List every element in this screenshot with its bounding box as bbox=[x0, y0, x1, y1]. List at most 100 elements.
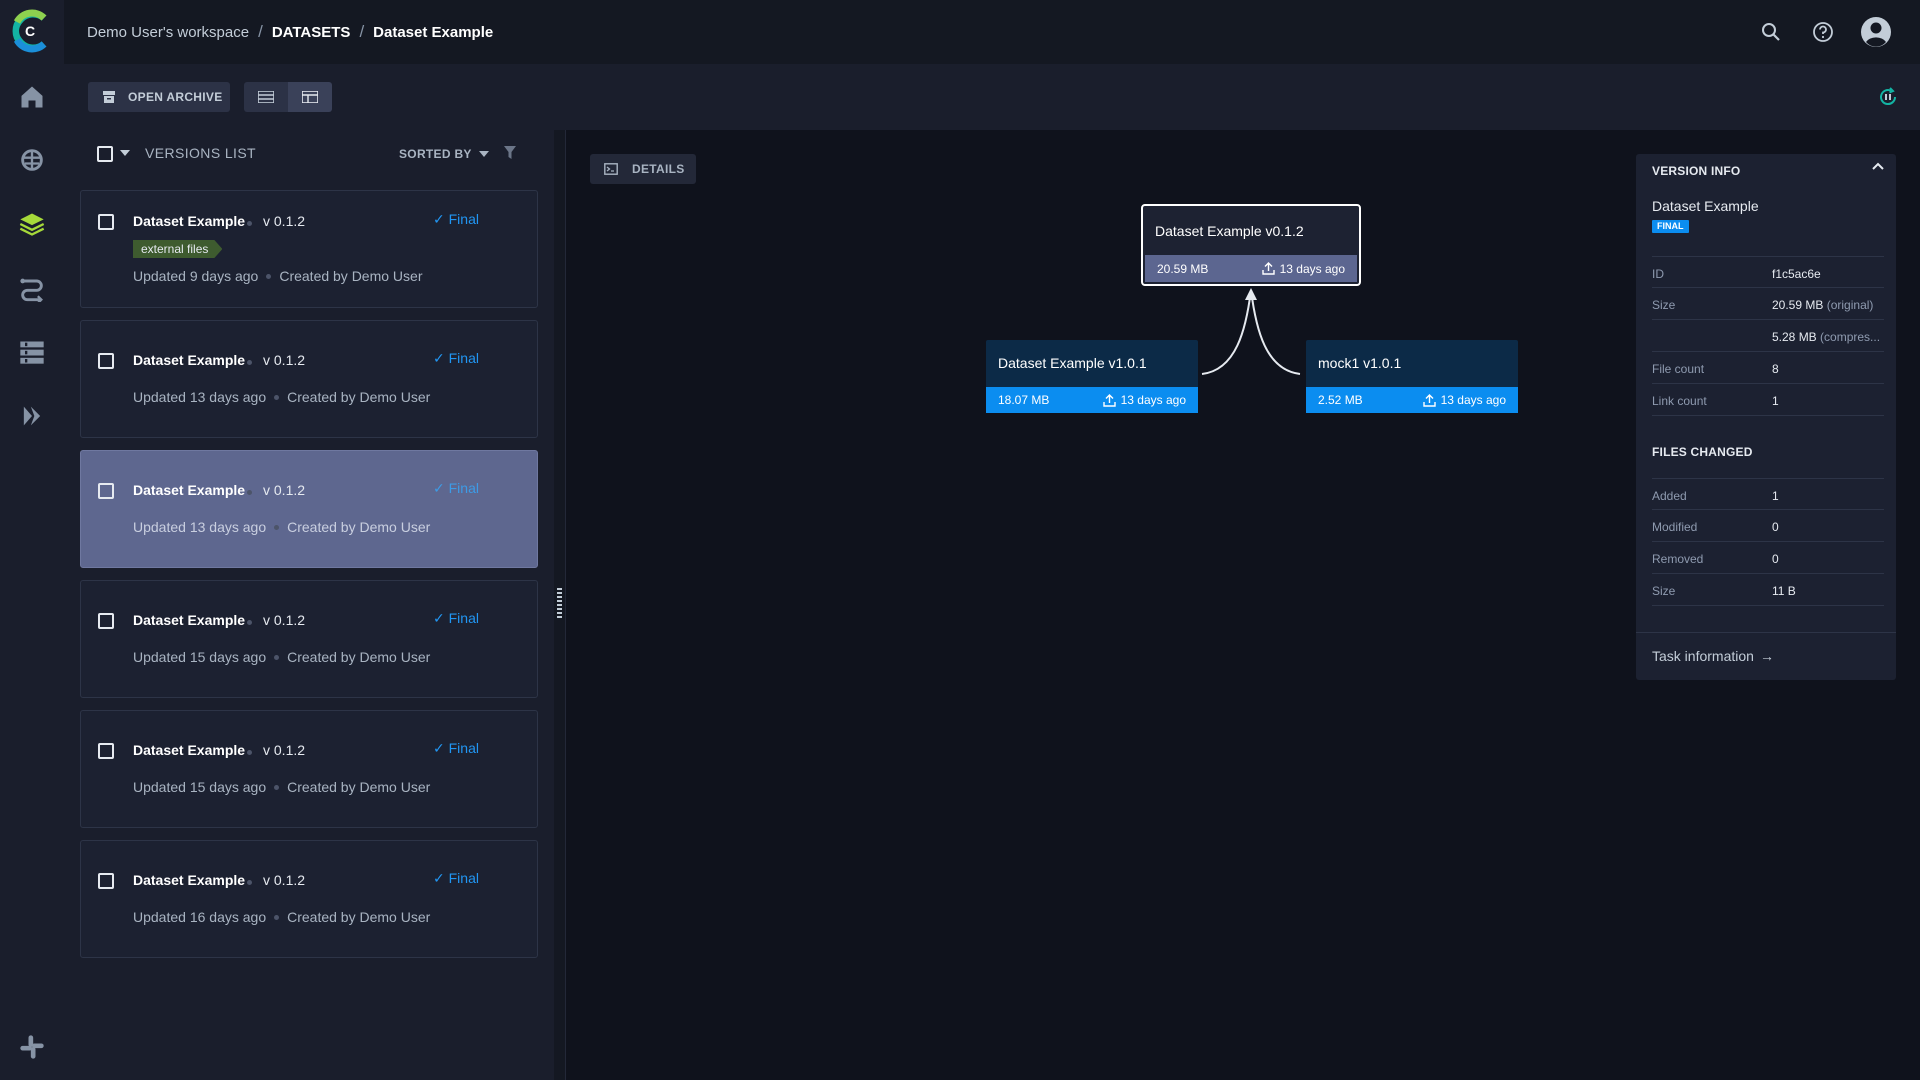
version-card[interactable]: Dataset Example v 0.1.2 ✓ Final Updated … bbox=[80, 580, 538, 698]
lineage-node-current[interactable]: Dataset Example v0.1.2 20.59 MB 13 days … bbox=[1141, 204, 1361, 286]
status-label: Final bbox=[448, 350, 479, 366]
info-key: Size bbox=[1652, 584, 1676, 598]
divider bbox=[1636, 632, 1896, 633]
version-checkbox[interactable] bbox=[98, 873, 114, 889]
chevron-up-icon[interactable] bbox=[1872, 162, 1884, 170]
sorted-by-label: SORTED BY bbox=[399, 147, 472, 161]
toolbar: OPEN ARCHIVE bbox=[64, 64, 1920, 130]
help-icon[interactable] bbox=[1807, 16, 1839, 48]
separator-dot bbox=[247, 490, 252, 495]
sorted-by-dropdown[interactable]: SORTED BY bbox=[399, 147, 489, 161]
version-info-title: VERSION INFO bbox=[1652, 164, 1741, 178]
splitter-handle[interactable] bbox=[557, 588, 562, 620]
info-key: ID bbox=[1652, 267, 1664, 281]
creator-text: Created by Demo User bbox=[287, 649, 431, 665]
info-row-changed-size: Size 11 B bbox=[1652, 574, 1884, 606]
layers-icon[interactable] bbox=[14, 206, 50, 242]
select-all-checkbox[interactable] bbox=[97, 146, 113, 162]
version-meta: Updated 13 days ago Created by Demo User bbox=[133, 519, 430, 535]
version-name: Dataset Example bbox=[133, 482, 246, 498]
creator-text: Created by Demo User bbox=[287, 909, 431, 925]
node-footer: 2.52 MB 13 days ago bbox=[1306, 387, 1518, 413]
breadcrumb-workspace[interactable]: Demo User's workspace bbox=[87, 24, 249, 41]
creator-text: Created by Demo User bbox=[287, 389, 431, 405]
clearml-logo[interactable]: C bbox=[8, 8, 52, 54]
version-name: Dataset Example bbox=[133, 612, 246, 628]
separator-dot bbox=[247, 750, 252, 755]
info-value: 0 bbox=[1772, 520, 1779, 534]
slack-icon[interactable] bbox=[14, 1029, 50, 1065]
status-badge: ✓ Final bbox=[433, 211, 479, 227]
upload-icon bbox=[1261, 262, 1275, 275]
info-key: Modified bbox=[1652, 520, 1698, 534]
version-number: v 0.1.2 bbox=[263, 213, 306, 229]
version-checkbox[interactable] bbox=[98, 483, 114, 499]
breadcrumb-datasets[interactable]: DATASETS bbox=[272, 24, 351, 41]
node-size: 18.07 MB bbox=[998, 393, 1050, 407]
home-icon[interactable] bbox=[14, 79, 50, 115]
versions-list-title: VERSIONS LIST bbox=[145, 145, 257, 161]
brain-icon[interactable] bbox=[14, 142, 50, 178]
node-time-label: 13 days ago bbox=[1120, 393, 1186, 407]
info-key: Added bbox=[1652, 489, 1687, 503]
svg-text:C: C bbox=[25, 23, 35, 39]
node-time-label: 13 days ago bbox=[1440, 393, 1506, 407]
breadcrumb-page: Dataset Example bbox=[373, 23, 494, 41]
node-time-label: 13 days ago bbox=[1279, 261, 1345, 276]
deploy-icon[interactable] bbox=[14, 398, 50, 434]
search-icon[interactable] bbox=[1755, 16, 1787, 48]
info-row-id: ID f1c5ac6e bbox=[1652, 256, 1884, 288]
version-card[interactable]: Dataset Example v 0.1.2 ✓ Final Updated … bbox=[80, 320, 538, 438]
task-information-link[interactable]: Task information → bbox=[1652, 648, 1774, 664]
updated-text: Updated 15 days ago bbox=[133, 649, 267, 665]
status-badge: ✓ Final bbox=[433, 480, 479, 496]
version-card[interactable]: Dataset Example v 0.1.2 ✓ Final Updated … bbox=[80, 840, 538, 958]
breadcrumb-separator: / bbox=[359, 22, 365, 41]
info-value: 5.28 MB (compres... bbox=[1772, 330, 1880, 344]
info-row-link-count: Link count 1 bbox=[1652, 384, 1884, 416]
lineage-node-parent[interactable]: mock1 v1.0.1 2.52 MB 13 days ago bbox=[1306, 340, 1518, 413]
separator-dot bbox=[247, 221, 252, 226]
arrow-right-icon: → bbox=[1759, 648, 1774, 664]
breadcrumb: Demo User's workspace / DATASETS / Datas… bbox=[87, 22, 493, 42]
lineage-node-parent[interactable]: Dataset Example v1.0.1 18.07 MB 13 days … bbox=[986, 340, 1198, 413]
node-time: 13 days ago bbox=[1422, 393, 1506, 407]
node-footer: 18.07 MB 13 days ago bbox=[986, 387, 1198, 413]
refresh-icon[interactable] bbox=[1876, 85, 1900, 109]
filter-icon[interactable] bbox=[504, 146, 516, 160]
version-number: v 0.1.2 bbox=[263, 872, 306, 888]
chevron-down-icon bbox=[478, 151, 489, 157]
version-meta: Updated 13 days ago Created by Demo User bbox=[133, 389, 430, 405]
top-header: Demo User's workspace / DATASETS / Datas… bbox=[64, 0, 1920, 64]
info-key: Removed bbox=[1652, 552, 1704, 566]
version-card[interactable]: Dataset Example v 0.1.2 ✓ Final external… bbox=[80, 190, 538, 308]
open-archive-button[interactable]: OPEN ARCHIVE bbox=[88, 82, 230, 112]
node-title: Dataset Example v0.1.2 bbox=[1155, 223, 1304, 239]
status-label: Final bbox=[448, 211, 479, 227]
details-view-icon[interactable] bbox=[288, 82, 332, 112]
updated-text: Updated 13 days ago bbox=[133, 389, 267, 405]
version-checkbox[interactable] bbox=[98, 353, 114, 369]
updated-text: Updated 15 days ago bbox=[133, 779, 267, 795]
user-avatar-icon[interactable] bbox=[1860, 16, 1892, 48]
version-checkbox[interactable] bbox=[98, 214, 114, 230]
list-view-icon[interactable] bbox=[244, 82, 288, 112]
version-checkbox[interactable] bbox=[98, 743, 114, 759]
info-value: 1 bbox=[1772, 394, 1779, 408]
status-badge: ✓ Final bbox=[433, 610, 479, 626]
info-row-removed: Removed 0 bbox=[1652, 542, 1884, 574]
chevron-down-icon[interactable] bbox=[120, 150, 130, 156]
reports-icon[interactable] bbox=[14, 334, 50, 370]
version-card[interactable]: Dataset Example v 0.1.2 ✓ Final Updated … bbox=[80, 710, 538, 828]
status-label: Final bbox=[448, 870, 479, 886]
version-meta: Updated 16 days ago Created by Demo User bbox=[133, 909, 430, 925]
node-footer: 20.59 MB 13 days ago bbox=[1145, 255, 1357, 282]
size-compressed: 5.28 MB bbox=[1772, 330, 1817, 344]
open-archive-label: OPEN ARCHIVE bbox=[128, 90, 223, 104]
dataset-name: Dataset Example bbox=[1652, 198, 1759, 214]
version-number: v 0.1.2 bbox=[263, 612, 306, 628]
pipelines-icon[interactable] bbox=[14, 270, 50, 306]
version-checkbox[interactable] bbox=[98, 613, 114, 629]
version-card-selected[interactable]: Dataset Example v 0.1.2 ✓ Final Updated … bbox=[80, 450, 538, 568]
node-size: 2.52 MB bbox=[1318, 393, 1363, 407]
